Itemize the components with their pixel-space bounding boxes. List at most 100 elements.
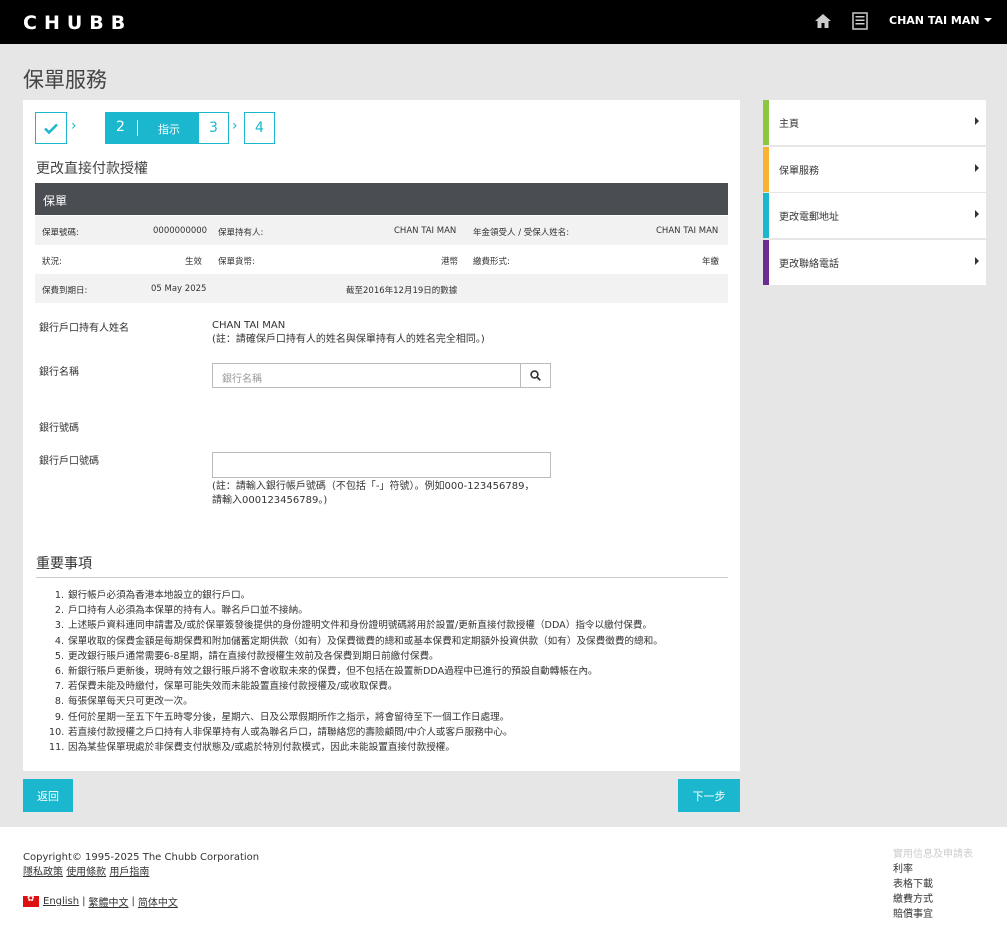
sidebar-color-bar: [763, 240, 769, 285]
list-item: 9. 任何於星期一至五下午五時零分後，星期六、日及公眾假期所作之指示，將會留待至下…: [54, 711, 510, 723]
list-item: 6. 新銀行賬戶更新後，現時有效之銀行賬戶將不會收取未來的保費，但不包括在設置新D…: [54, 665, 598, 677]
list-item: 3. 上述賬戶資料連同申請書及/或於保單簽發後提供的身份證明文件和身份證明號碼將用…: [54, 620, 653, 632]
step-3: 3: [198, 112, 229, 144]
caret-down-icon: [983, 18, 992, 22]
caret-right-icon: [975, 117, 979, 125]
annuitant-label: 年金領受人 / 受保人姓名:: [473, 228, 570, 238]
sidebar-item-change-email[interactable]: 更改電郵地址: [763, 193, 986, 238]
list-item: 1. 銀行帳戶必須為香港本地設立的銀行戶口。: [54, 590, 251, 601]
account-holder-note: (註：請確保戶口持有人的姓名與保單持有人的姓名完全相同。): [212, 334, 485, 345]
policy-header: 保單: [35, 183, 728, 215]
status-value: 生效: [185, 257, 203, 267]
sidebar-item-home[interactable]: 主頁: [763, 100, 986, 145]
list-item: 5. 更改銀行賬戶通常需要6-8星期，請在直接付款授權生效前及各保費到期日前繳付保…: [54, 650, 439, 662]
status-label: 狀況:: [42, 257, 62, 267]
expiry-value: 05 May 2025: [151, 284, 207, 294]
chevron-right-icon: ›: [186, 118, 192, 134]
footer-resources: 實用信息及申請表 利率 表格下載 繳費方式 賠償事宜: [893, 847, 973, 922]
account-no-label: 銀行戶口號碼: [39, 456, 99, 467]
document-icon[interactable]: [852, 12, 868, 30]
policy-no-value: 0000000000: [153, 226, 208, 236]
main-panel: › 2 指示 › 3 › 4 更改直接付款授權 保單 保單號碼: 0000000…: [23, 100, 740, 771]
sidebar-item-label: 保單服務: [779, 166, 819, 177]
resource-link-forms[interactable]: 表格下載: [893, 877, 973, 892]
lang-sc-link[interactable]: 简体中文: [138, 894, 178, 909]
resource-link-rates[interactable]: 利率: [893, 862, 973, 877]
list-item: 4. 保單收取的保費金額是每期保費和附加儲蓄定期供款（如有）及保費徵費的總和或基本…: [54, 635, 663, 647]
step-1-completed: [35, 112, 67, 144]
section-title: 更改直接付款授權: [36, 161, 148, 177]
search-icon: [530, 370, 541, 381]
sidebar-item-label: 更改聯絡電話: [779, 259, 839, 270]
chevron-right-icon: ›: [232, 118, 238, 134]
divider: [36, 577, 728, 578]
notes-list: 1. 銀行帳戶必須為香港本地設立的銀行戶口。 2. 戶口持有人必須為本保單的持有人。…: [49, 588, 663, 755]
account-no-input[interactable]: [212, 452, 551, 478]
sidebar-color-bar: [763, 193, 769, 238]
step-2-number: 2: [116, 119, 125, 135]
step-divider: [137, 120, 138, 136]
holder-value: CHAN TAI MAN: [394, 226, 457, 236]
bank-search-button[interactable]: [520, 363, 551, 388]
user-guide-link[interactable]: 用戶指南: [109, 867, 149, 878]
check-icon: [44, 123, 58, 134]
footer-links: Copyright© 1995-2025 The Chubb Corporati…: [23, 850, 259, 880]
back-button[interactable]: 返回: [23, 779, 73, 812]
separator: |: [82, 896, 86, 907]
list-item: 11. 因為某些保單現處於非保費支付狀態及/或處於特別付款模式，因此未能設置直接付…: [49, 741, 455, 753]
page-title: 保單服務: [23, 68, 107, 92]
caret-right-icon: [975, 210, 979, 218]
notes-title: 重要事項: [36, 556, 92, 572]
bank-name-input[interactable]: 銀行名稱: [212, 363, 521, 388]
list-item: 7. 若保費未能及時繳付，保單可能失效而未能設置直接付款授權及/或收取保費。: [54, 681, 398, 693]
bank-code-label: 銀行號碼: [39, 423, 79, 434]
caret-right-icon: [975, 257, 979, 265]
sidebar-item-change-phone[interactable]: 更改聯絡電話: [763, 240, 986, 285]
chevron-right-icon: ›: [71, 118, 77, 134]
policy-row: 保費到期日: 05 May 2025 截至2016年12月19日的數據: [35, 274, 728, 303]
chubb-logo[interactable]: CHUBB: [23, 12, 132, 34]
account-holder-label: 銀行戶口持有人姓名: [39, 323, 129, 334]
account-holder-value: CHAN TAI MAN: [212, 320, 286, 331]
bank-name-label: 銀行名稱: [39, 367, 79, 378]
list-item: 8. 每張保單每天只可更改一次。: [54, 696, 193, 708]
hk-flag-icon: [23, 894, 39, 907]
account-no-note-line: 請輸入000123456789。): [212, 495, 328, 506]
lang-tc-link[interactable]: 繁體中文: [88, 894, 128, 909]
payment-mode-label: 繳費形式:: [473, 257, 510, 267]
top-navbar: CHUBB CHAN TAI MAN: [0, 0, 1007, 44]
step-2-label: 指示: [158, 123, 180, 136]
privacy-link[interactable]: 隱私政策: [23, 867, 63, 878]
sidebar-color-bar: [763, 100, 769, 145]
policy-no-label: 保單號碼:: [42, 228, 79, 238]
user-menu[interactable]: CHAN TAI MAN: [889, 14, 992, 27]
resource-link-payment[interactable]: 繳費方式: [893, 892, 973, 907]
resource-link-claims[interactable]: 賠償事宜: [893, 907, 973, 922]
user-name: CHAN TAI MAN: [889, 14, 980, 27]
separator: |: [131, 896, 135, 907]
step-4: 4: [244, 112, 275, 144]
next-button[interactable]: 下一步: [678, 779, 740, 812]
copyright: Copyright© 1995-2025 The Chubb Corporati…: [23, 852, 260, 863]
terms-link[interactable]: 使用條款: [66, 867, 106, 878]
list-item: 10. 若直接付款授權之戶口持有人非保單持有人或為聯名戶口，請聯絡您的壽險顧問/中…: [49, 726, 513, 738]
resources-header: 實用信息及申請表: [893, 849, 973, 860]
annuitant-value: CHAN TAI MAN: [656, 226, 719, 236]
sidebar-color-bar: [763, 147, 769, 192]
account-no-note-line: (註：請輸入銀行帳戶號碼（不包括「-」符號）。例如000-123456789，: [212, 481, 535, 492]
policy-row: 保單號碼: 0000000000 保單持有人: CHAN TAI MAN 年金領…: [35, 216, 728, 245]
holder-label: 保單持有人:: [218, 228, 264, 238]
sidebar-item-policy-services[interactable]: 保單服務: [763, 147, 986, 192]
data-as-of-note: 截至2016年12月19日的數據: [346, 286, 458, 296]
sidebar-item-label: 主頁: [779, 119, 799, 130]
currency-value: 港幣: [441, 257, 459, 267]
home-icon[interactable]: [814, 12, 832, 30]
sidebar-item-label: 更改電郵地址: [779, 212, 839, 223]
caret-right-icon: [975, 164, 979, 172]
policy-row: 狀況: 生效 保單貨幣: 港幣 繳費形式: 年繳: [35, 245, 728, 274]
expiry-label: 保費到期日:: [42, 286, 88, 296]
account-no-note: (註：請輸入銀行帳戶號碼（不包括「-」符號）。例如000-123456789， …: [212, 480, 534, 508]
payment-mode-value: 年繳: [702, 257, 720, 267]
currency-label: 保單貨幣:: [218, 257, 255, 267]
lang-english-link[interactable]: English: [43, 896, 79, 907]
